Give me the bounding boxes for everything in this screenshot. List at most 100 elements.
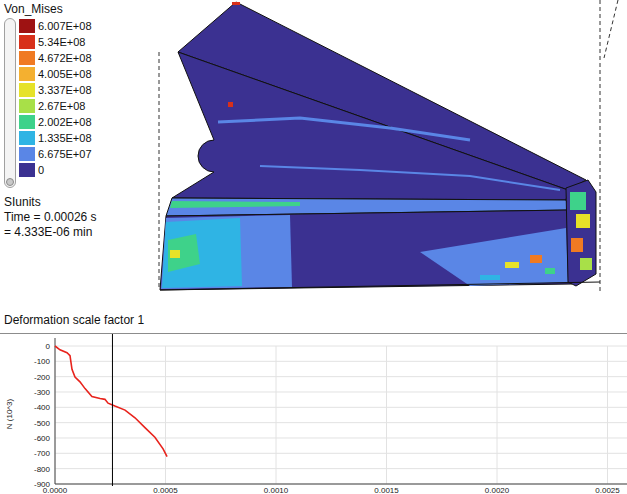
x-tick: 0.0025 xyxy=(595,346,620,494)
stress-patch xyxy=(420,228,568,286)
legend-swatch xyxy=(19,147,35,161)
guide-line xyxy=(604,0,618,58)
legend-row: 0 xyxy=(19,162,92,178)
y-axis-label: N (10^3) xyxy=(5,398,14,429)
stress-spot xyxy=(228,102,233,107)
legend-swatch xyxy=(19,131,35,145)
svg-text:0.0000: 0.0000 xyxy=(43,486,68,494)
units-label: SIunits xyxy=(4,195,144,209)
y-tick: -500 xyxy=(34,419,627,428)
lower-face xyxy=(160,210,572,290)
svg-text:0.0010: 0.0010 xyxy=(264,486,289,494)
y-tick: -400 xyxy=(34,403,627,412)
side-face xyxy=(172,52,568,200)
legend: Von_Mises 6.007E+08 5.34E+08 4.672E+08 4.005… xyxy=(4,2,144,239)
legend-value: 0 xyxy=(38,164,44,176)
x-axis xyxy=(55,484,627,485)
svg-text:-100: -100 xyxy=(34,357,51,366)
y-tick: -600 xyxy=(34,434,627,443)
end-block xyxy=(566,180,596,286)
model-view[interactable] xyxy=(0,0,627,333)
legend-row: 4.005E+08 xyxy=(19,66,92,82)
stress-patch xyxy=(576,214,590,228)
legend-row: 5.34E+08 xyxy=(19,34,92,50)
stress-patch xyxy=(580,258,592,270)
force-chart[interactable]: 0 -100 -200 -300 -400 -500 -600 -700 -800 -9000.0… xyxy=(0,334,627,494)
legend-title: Von_Mises xyxy=(4,2,144,16)
post-processor: Von_Mises 6.007E+08 5.34E+08 4.672E+08 4.005… xyxy=(0,0,627,494)
svg-text:-400: -400 xyxy=(34,403,51,412)
legend-swatch xyxy=(19,163,35,177)
legend-swatch xyxy=(19,67,35,81)
stress-spot xyxy=(232,2,240,5)
stress-patch xyxy=(545,268,555,274)
legend-swatch xyxy=(19,115,35,129)
legend-value: 6.675E+07 xyxy=(38,148,92,160)
stress-patch xyxy=(162,218,242,288)
legend-swatch xyxy=(19,83,35,97)
legend-value: 2.67E+08 xyxy=(38,100,85,112)
y-tick: -900 xyxy=(34,480,627,489)
legend-swatch xyxy=(19,19,35,33)
svg-text:-300: -300 xyxy=(34,388,51,397)
range-slider[interactable] xyxy=(4,18,16,188)
model-edge xyxy=(160,282,600,290)
svg-text:-800: -800 xyxy=(34,465,51,474)
stress-patch xyxy=(530,255,542,263)
slider-knob[interactable] xyxy=(6,178,14,186)
chart-panel: 0 -100 -200 -300 -400 -500 -600 -700 -800 -9000.0… xyxy=(0,333,627,494)
y-axis xyxy=(55,338,56,484)
y-tick: 0 xyxy=(46,342,627,351)
y-tick: -100 xyxy=(34,357,627,366)
overlay: Von_Mises 6.007E+08 5.34E+08 4.672E+08 4.005… xyxy=(0,0,144,333)
legend-row: 2.67E+08 xyxy=(19,98,92,114)
svg-text:0.0015: 0.0015 xyxy=(374,486,399,494)
svg-text:0: 0 xyxy=(46,342,51,351)
legend-row: 1.335E+08 xyxy=(19,130,92,146)
legend-value: 3.337E+08 xyxy=(38,84,92,96)
y-tick: -800 xyxy=(34,465,627,474)
legend-value: 1.335E+08 xyxy=(38,132,92,144)
y-tick: -300 xyxy=(34,388,627,397)
stress-patch xyxy=(170,201,300,208)
legend-value: 5.34E+08 xyxy=(38,36,85,48)
svg-text:0.0020: 0.0020 xyxy=(485,486,510,494)
guide-line xyxy=(600,0,601,292)
stress-patch xyxy=(505,262,519,268)
legend-scale: 6.007E+08 5.34E+08 4.672E+08 4.005E+08 3.337… xyxy=(19,18,92,188)
legend-row: 2.002E+08 xyxy=(19,114,92,130)
legend-swatch xyxy=(19,99,35,113)
legend-row: 6.007E+08 xyxy=(19,18,92,34)
legend-row: 4.672E+08 xyxy=(19,50,92,66)
y-tick: -700 xyxy=(34,449,627,458)
legend-value: 4.672E+08 xyxy=(38,52,92,64)
y-tick: -200 xyxy=(34,373,627,382)
legend-value: 6.007E+08 xyxy=(38,20,92,32)
svg-text:-500: -500 xyxy=(34,419,51,428)
legend-swatch xyxy=(19,35,35,49)
svg-text:-200: -200 xyxy=(34,373,51,382)
svg-text:0.0005: 0.0005 xyxy=(153,486,178,494)
view-panel: Von_Mises 6.007E+08 5.34E+08 4.672E+08 4.005… xyxy=(0,0,627,333)
time-label: = 4.333E-06 min xyxy=(4,225,144,239)
time-label: Time = 0.00026 s xyxy=(4,210,144,224)
x-tick: 0.0020 xyxy=(485,346,510,494)
legend-row: 6.675E+07 xyxy=(19,146,92,162)
series-line xyxy=(55,346,167,457)
stress-patch xyxy=(480,275,500,280)
x-tick: 0.0015 xyxy=(374,346,399,494)
stress-patch xyxy=(168,234,200,272)
legend-row: 3.337E+08 xyxy=(19,82,92,98)
legend-swatch xyxy=(19,51,35,65)
stress-stripe xyxy=(260,166,560,190)
guide-line xyxy=(159,52,160,290)
stress-patch xyxy=(570,192,586,210)
stress-stripe xyxy=(218,118,470,140)
svg-text:-600: -600 xyxy=(34,434,51,443)
stress-patch xyxy=(170,250,180,258)
x-tick: 0.0005 xyxy=(153,346,178,494)
legend-value: 2.002E+08 xyxy=(38,116,92,128)
time-cursor[interactable] xyxy=(112,334,113,486)
x-tick: 0.0010 xyxy=(264,346,289,494)
svg-text:-700: -700 xyxy=(34,449,51,458)
